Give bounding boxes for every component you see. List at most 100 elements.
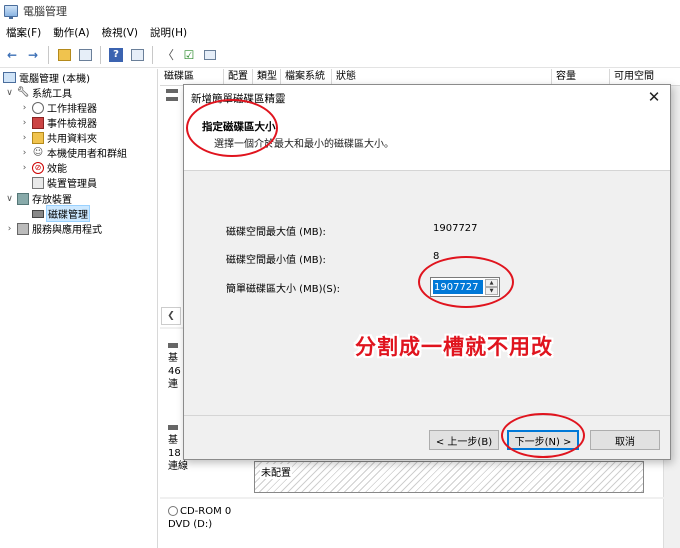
chevron-right-icon[interactable]: ›	[20, 148, 29, 158]
up-folder-icon[interactable]	[55, 46, 73, 64]
window-title: 電腦管理	[23, 5, 67, 18]
disk-icon	[32, 209, 44, 218]
min-size-value: 8	[433, 251, 440, 262]
properties-icon[interactable]	[128, 46, 146, 64]
column-header[interactable]: 類型	[253, 69, 281, 85]
tree-label: 磁碟管理	[46, 205, 90, 222]
disk-icon	[168, 424, 178, 430]
chevron-right-icon[interactable]: ›	[5, 224, 14, 234]
users-icon: ☺	[32, 146, 44, 158]
show-hide-tree-icon[interactable]	[76, 46, 94, 64]
footer-divider	[184, 415, 670, 416]
column-header[interactable]: 檔案系統	[281, 69, 332, 85]
unallocated-partition[interactable]: 未配置	[254, 461, 644, 493]
computer-icon	[3, 72, 16, 83]
back-button[interactable]: < 上一步(B)	[429, 430, 499, 450]
column-header[interactable]: 容量	[552, 69, 610, 85]
tree-label: 裝置管理員	[47, 179, 97, 190]
tree-item-root[interactable]: 電腦管理 (本機)	[3, 70, 90, 85]
volume-row-icon	[166, 89, 178, 93]
cdrom-label[interactable]: CD-ROM 0 DVD (D:)	[168, 505, 231, 531]
folder-icon	[32, 131, 44, 144]
next-button[interactable]: 下一步(N) >	[507, 430, 579, 450]
close-icon[interactable]: ✕	[646, 88, 662, 106]
tree-label: 本機使用者和群組	[47, 149, 127, 160]
connect-icon[interactable]: 〈	[159, 46, 177, 64]
disk-0-size: 46	[168, 366, 181, 377]
tree-item-shared-folders[interactable]: › 共用資料夾	[20, 130, 97, 145]
column-header[interactable]: 狀態	[332, 69, 552, 85]
tree-item-storage[interactable]: ∨ 存放裝置	[5, 191, 72, 206]
disk-0-label[interactable]: 基 46 連	[168, 339, 181, 391]
tree-item-services[interactable]: › 服務與應用程式	[5, 221, 102, 236]
max-size-label: 磁碟空間最大值 (MB):	[226, 227, 326, 238]
annotation-callout: 分割成一槽就不用改	[355, 335, 553, 359]
export-icon[interactable]	[201, 46, 219, 64]
tree-item-event-viewer[interactable]: › 事件檢視器	[20, 115, 97, 130]
dialog-header: 指定磁碟區大小 選擇一個介於最大和最小的磁碟區大小。	[184, 111, 670, 171]
column-header[interactable]: 配置	[224, 69, 253, 85]
tree-item-local-users[interactable]: › ☺ 本機使用者和群組	[20, 145, 127, 160]
tree-item-performance[interactable]: › ⊘ 效能	[20, 160, 67, 175]
toolbar-separator	[48, 45, 49, 64]
cdrom-icon	[168, 506, 178, 516]
tree-item-system-tools[interactable]: ∨ 🔧︎ 系統工具	[5, 85, 72, 100]
toolbar-separator	[100, 45, 101, 64]
menu-bar: 檔案(F) 動作(A) 檢視(V) 說明(H)	[0, 22, 680, 42]
chevron-down-icon[interactable]: ∨	[5, 88, 14, 98]
help-icon[interactable]: ?	[107, 46, 125, 64]
new-simple-volume-wizard: 新增簡單磁碟區精靈 ✕ 指定磁碟區大小 選擇一個介於最大和最小的磁碟區大小。 磁…	[183, 84, 671, 460]
tree-label: 效能	[47, 164, 67, 175]
menu-help[interactable]: 說明(H)	[150, 25, 187, 40]
cdrom-type: DVD (D:)	[168, 519, 213, 530]
tree-label: 系統工具	[32, 89, 72, 100]
chevron-right-icon[interactable]: ›	[20, 118, 29, 128]
chevron-right-icon[interactable]: ›	[20, 133, 29, 143]
scroll-left-button[interactable]: ❮	[161, 307, 181, 325]
spin-down-icon[interactable]: ▼	[485, 287, 498, 295]
services-icon	[17, 222, 29, 235]
computer-management-icon	[4, 5, 18, 19]
column-header[interactable]: 可用空間	[610, 69, 680, 85]
chevron-right-icon[interactable]: ›	[20, 163, 29, 173]
menu-view[interactable]: 檢視(V)	[102, 25, 138, 40]
tree-item-disk-management[interactable]: 磁碟管理	[32, 205, 90, 222]
unallocated-label: 未配置	[260, 464, 292, 479]
check-icon[interactable]: ☑	[180, 46, 198, 64]
disk-icon	[168, 342, 178, 348]
tree-label: 存放裝置	[32, 195, 72, 206]
volume-size-stepper[interactable]: ▲ ▼	[430, 277, 500, 297]
disk-1-status: 連線	[168, 461, 188, 472]
chevron-down-icon[interactable]: ∨	[5, 194, 14, 204]
volume-row-icon	[166, 97, 178, 101]
tools-icon: 🔧︎	[16, 86, 30, 98]
device-manager-icon	[32, 176, 44, 189]
tree-label: 服務與應用程式	[32, 225, 102, 236]
dialog-subheading: 選擇一個介於最大和最小的磁碟區大小。	[214, 139, 394, 150]
dialog-title: 新增簡單磁碟區精靈	[191, 93, 286, 105]
back-icon[interactable]: ←	[3, 46, 21, 64]
navigation-tree: 電腦管理 (本機) ∨ 🔧︎ 系統工具 › 工作排程器 › 事件檢視器 › 共用…	[0, 69, 158, 548]
cdrom-name: CD-ROM 0	[180, 506, 232, 517]
disk-0-type: 基	[168, 353, 178, 364]
cancel-button[interactable]: 取消	[590, 430, 660, 450]
dialog-title-bar: 新增簡單磁碟區精靈 ✕	[184, 85, 670, 111]
column-header[interactable]: 磁碟區	[160, 69, 224, 85]
storage-icon	[17, 192, 29, 205]
performance-icon: ⊘	[32, 161, 44, 174]
clock-icon	[32, 101, 44, 114]
min-size-label: 磁碟空間最小值 (MB):	[226, 255, 326, 266]
tree-item-task-scheduler[interactable]: › 工作排程器	[20, 100, 97, 115]
menu-file[interactable]: 檔案(F)	[6, 25, 41, 40]
volume-size-input[interactable]	[433, 280, 483, 294]
toolbar: ← → ? 〈 ☑	[0, 42, 680, 68]
tree-label: 電腦管理 (本機)	[19, 74, 90, 85]
menu-action[interactable]: 動作(A)	[53, 25, 89, 40]
tree-item-device-manager[interactable]: 裝置管理員	[32, 175, 97, 190]
tree-label: 共用資料夾	[47, 134, 97, 145]
chevron-right-icon[interactable]: ›	[20, 103, 29, 113]
toolbar-separator	[152, 45, 153, 64]
max-size-value: 1907727	[433, 223, 478, 234]
spin-up-icon[interactable]: ▲	[485, 279, 498, 287]
forward-icon[interactable]: →	[24, 46, 42, 64]
